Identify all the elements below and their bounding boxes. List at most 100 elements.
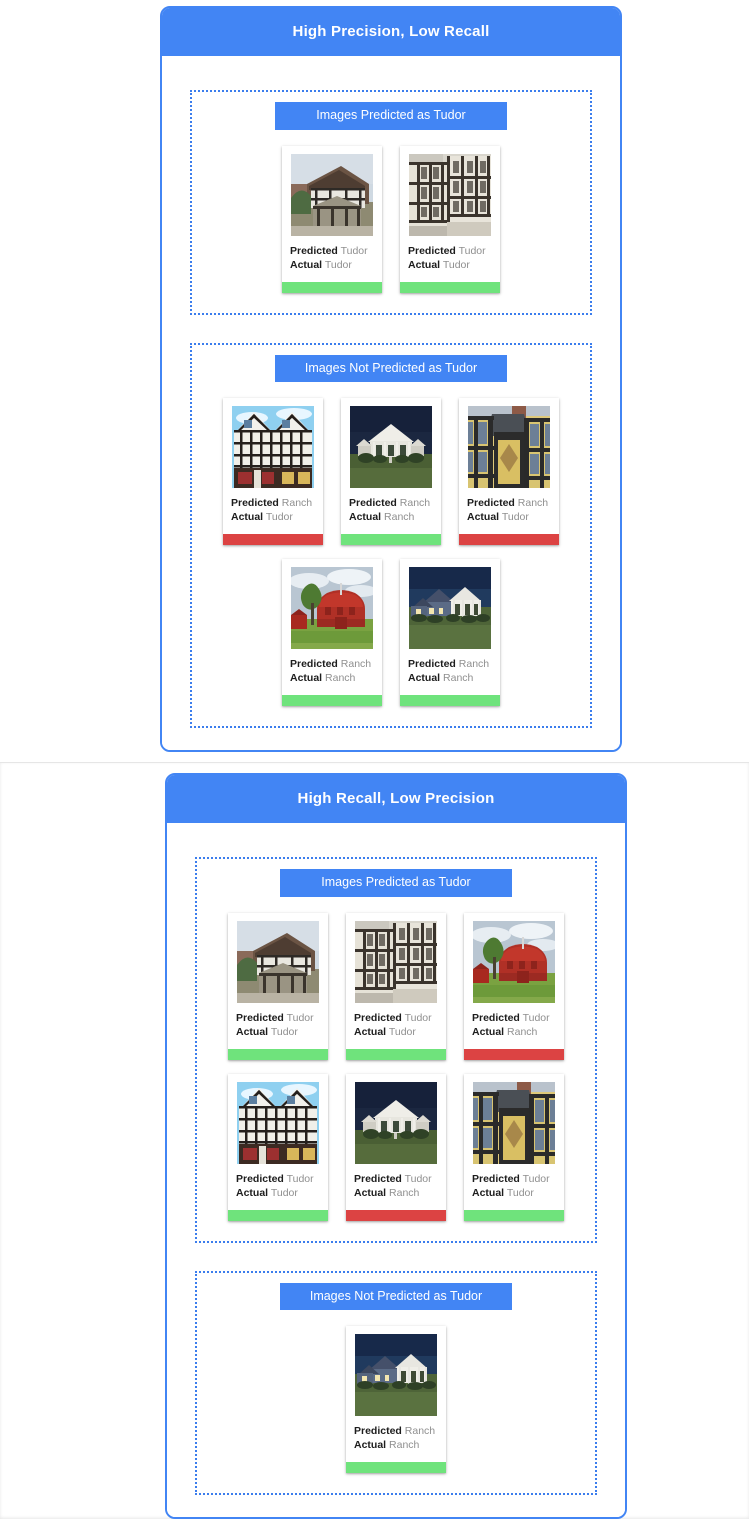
correct-status-bar [400,282,500,293]
actual-line: Actual Ranch [349,510,433,524]
actual-key: Actual [236,1026,268,1038]
predicted-line: Predicted Ranch [290,657,374,671]
predicted-key: Predicted [236,1012,284,1024]
correct-status-bar [228,1049,328,1060]
predicted-value: Ranch [518,497,548,509]
card-row: Predicted RanchActual Ranch [196,559,586,706]
card-meta: Predicted TudorActual Ranch [346,1164,446,1210]
house-photo [291,567,373,649]
correct-status-bar [282,282,382,293]
predicted-value: Ranch [400,497,430,509]
house-photo [468,406,550,488]
group-label: Images Predicted as Tudor [275,102,507,130]
card-meta: Predicted RanchActual Ranch [346,1416,446,1462]
house-photo [291,154,373,236]
card-meta: Predicted Ranch Actual Tudor [459,488,559,534]
actual-key: Actual [354,1026,386,1038]
prediction-card[interactable]: Predicted TudorActual Tudor [464,1074,564,1221]
predicted-value: Tudor [341,245,368,257]
predicted-key: Predicted [290,658,338,670]
card-meta: Predicted TudorActual Tudor [228,1164,328,1210]
prediction-group: Images Not Predicted as Tudor [190,329,592,729]
prediction-card[interactable]: Predicted TudorActual Ranch [464,913,564,1060]
actual-line: Actual Tudor [290,258,374,272]
house-photo [355,1082,437,1164]
group-content: Predicted RanchActual Tudor Pr [196,382,586,714]
prediction-card[interactable]: Predicted TudorActual Tudor [400,146,500,293]
predicted-value: Tudor [405,1173,432,1185]
group-label: Images Predicted as Tudor [280,869,512,897]
predicted-key: Predicted [408,245,456,257]
actual-line: Actual Tudor [236,1186,320,1200]
incorrect-status-bar [464,1049,564,1060]
prediction-card[interactable]: Predicted TudorActual Tudor [228,1074,328,1221]
prediction-card[interactable]: Predicted RanchActual Ranch [400,559,500,706]
prediction-card[interactable]: Predicted TudorActual Tudor [282,146,382,293]
predicted-line: Predicted Ranch [349,496,433,510]
prediction-card[interactable]: Predicted RanchActual Ranch [346,1326,446,1473]
predicted-line: Predicted Tudor [290,244,374,258]
predicted-value: Ranch [459,658,489,670]
prediction-card[interactable]: Predicted Ranch Actual Tudor [459,398,559,545]
predicted-key: Predicted [408,658,456,670]
panels-container: High Precision, Low RecallImages Predict… [0,6,749,1519]
card-row: Predicted TudorActual Tudor [196,146,586,293]
actual-line: Actual Ranch [290,671,374,685]
card-meta: Predicted TudorActual Tudor [400,236,500,282]
panel-body: Images Predicted as Tudor [167,823,625,1517]
actual-value: Tudor [325,259,352,271]
predicted-key: Predicted [354,1173,402,1185]
card-row: Predicted RanchActual Ranch [201,1326,591,1473]
group-spacer [196,293,586,301]
actual-value: Tudor [389,1026,416,1038]
predicted-key: Predicted [290,245,338,257]
house-photo [355,921,437,1003]
card-meta: Predicted TudorActual Tudor [282,236,382,282]
scenario-panel: High Precision, Low RecallImages Predict… [160,6,622,752]
actual-key: Actual [408,259,440,271]
predicted-line: Predicted Tudor [236,1172,320,1186]
actual-line: Actual Ranch [354,1186,438,1200]
group-label: Images Not Predicted as Tudor [275,355,507,383]
predicted-key: Predicted [354,1012,402,1024]
house-photo [355,1334,437,1416]
prediction-card[interactable]: Predicted TudorActual Tudor [346,913,446,1060]
actual-key: Actual [231,511,263,523]
actual-key: Actual [290,672,322,684]
actual-value: Tudor [502,511,529,523]
comparison-page: High Precision, Low RecallImages Predict… [0,6,749,1519]
actual-value: Ranch [507,1026,537,1038]
incorrect-status-bar [459,534,559,545]
scenario-panel: High Recall, Low PrecisionImages Predict… [165,773,627,1519]
group-content: Predicted RanchActual Ranch [201,1310,591,1481]
house-photo [237,921,319,1003]
prediction-card[interactable]: Predicted RanchActual Ranch [282,559,382,706]
card-meta: Predicted TudorActual Ranch [464,1003,564,1049]
predicted-key: Predicted [467,497,515,509]
prediction-card[interactable]: Predicted RanchActual Tudor [223,398,323,545]
actual-key: Actual [236,1187,268,1199]
predicted-key: Predicted [354,1425,402,1437]
predicted-value: Tudor [405,1012,432,1024]
actual-line: Actual Ranch [408,671,492,685]
card-meta: Predicted RanchActual Ranch [400,649,500,695]
group-content: Predicted TudorActual Tudor [196,130,586,301]
prediction-card[interactable]: Predicted TudorActual Ranch [346,1074,446,1221]
actual-value: Tudor [443,259,470,271]
card-row: Predicted TudorActual Tudor Pr [201,1074,591,1221]
actual-key: Actual [472,1026,504,1038]
card-meta: Predicted TudorActual Tudor [228,1003,328,1049]
actual-value: Tudor [266,511,293,523]
house-photo [350,406,432,488]
actual-line: Actual Tudor [236,1025,320,1039]
incorrect-status-bar [346,1210,446,1221]
predicted-line: Predicted Ranch [408,657,492,671]
prediction-card[interactable]: Predicted RanchActual Ranch [341,398,441,545]
correct-status-bar [346,1462,446,1473]
prediction-card[interactable]: Predicted TudorActual Tudor [228,913,328,1060]
predicted-key: Predicted [231,497,279,509]
actual-value: Ranch [443,672,473,684]
panel-section: High Precision, Low RecallImages Predict… [0,6,749,752]
house-photo [409,567,491,649]
actual-key: Actual [467,511,499,523]
